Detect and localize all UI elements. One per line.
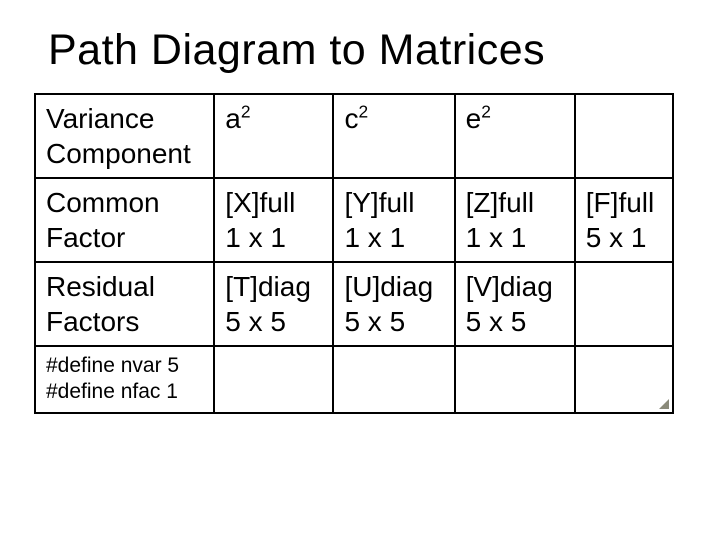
cell-empty [575, 262, 673, 346]
cell-ffull: [F]full 5 x 1 [575, 178, 673, 262]
cell-empty [575, 94, 673, 178]
udiag-b: 5 x 5 [344, 306, 405, 337]
yfull-b: 1 x 1 [344, 222, 405, 253]
slide: Path Diagram to Matrices Variance Compon… [0, 0, 720, 540]
cell-a2: a2 [214, 94, 333, 178]
xfull-a: [X]full [225, 187, 295, 218]
cell-xfull: [X]full 1 x 1 [214, 178, 333, 262]
cell-zfull: [Z]full 1 x 1 [455, 178, 575, 262]
cell-c2: c2 [333, 94, 454, 178]
cell-variance-component: Variance Component [35, 94, 214, 178]
tdiag-b: 5 x 5 [225, 306, 286, 337]
cell-udiag: [U]diag 5 x 5 [333, 262, 454, 346]
cell-yfull: [Y]full 1 x 1 [333, 178, 454, 262]
cell-e2: e2 [455, 94, 575, 178]
c-sup: 2 [358, 102, 368, 122]
cell-tdiag: [T]diag 5 x 5 [214, 262, 333, 346]
table-row: #define nvar 5 #define nfac 1 [35, 346, 673, 413]
cell-empty [214, 346, 333, 413]
cell-empty-corner [575, 346, 673, 413]
vdiag-b: 5 x 5 [466, 306, 527, 337]
matrix-table: Variance Component a2 c2 e2 Common Facto… [34, 93, 674, 414]
cell-empty [455, 346, 575, 413]
zfull-a: [Z]full [466, 187, 534, 218]
c-base: c [344, 103, 358, 134]
slide-title: Path Diagram to Matrices [48, 26, 690, 75]
xfull-b: 1 x 1 [225, 222, 286, 253]
e-base: e [466, 103, 482, 134]
tdiag-a: [T]diag [225, 271, 311, 302]
vdiag-a: [V]diag [466, 271, 553, 302]
define-nfac: #define nfac 1 [46, 380, 178, 403]
table-row: Common Factor [X]full1 x 1 [Y]full1 x 1 … [35, 178, 673, 262]
e-sup: 2 [481, 102, 491, 122]
table-row: Variance Component a2 c2 e2 [35, 94, 673, 178]
table-row: Residual Factors [T]diag 5 x 5 [U]diag 5 x… [35, 262, 673, 346]
cell-vdiag: [V]diag 5 x 5 [455, 262, 575, 346]
cell-common-factor: Common Factor [35, 178, 214, 262]
udiag-a: [U]diag [344, 271, 433, 302]
cell-residual-factors: Residual Factors [35, 262, 214, 346]
zfull-b: 1 x 1 [466, 222, 527, 253]
cell-defines: #define nvar 5 #define nfac 1 [35, 346, 214, 413]
cell-empty [333, 346, 454, 413]
define-nvar: #define nvar 5 [46, 354, 179, 377]
ffull-a: [F]full [586, 187, 654, 218]
a-sup: 2 [241, 102, 251, 122]
a-base: a [225, 103, 241, 134]
ffull-b: 5 x 1 [586, 222, 647, 253]
yfull-a: [Y]full [344, 187, 414, 218]
